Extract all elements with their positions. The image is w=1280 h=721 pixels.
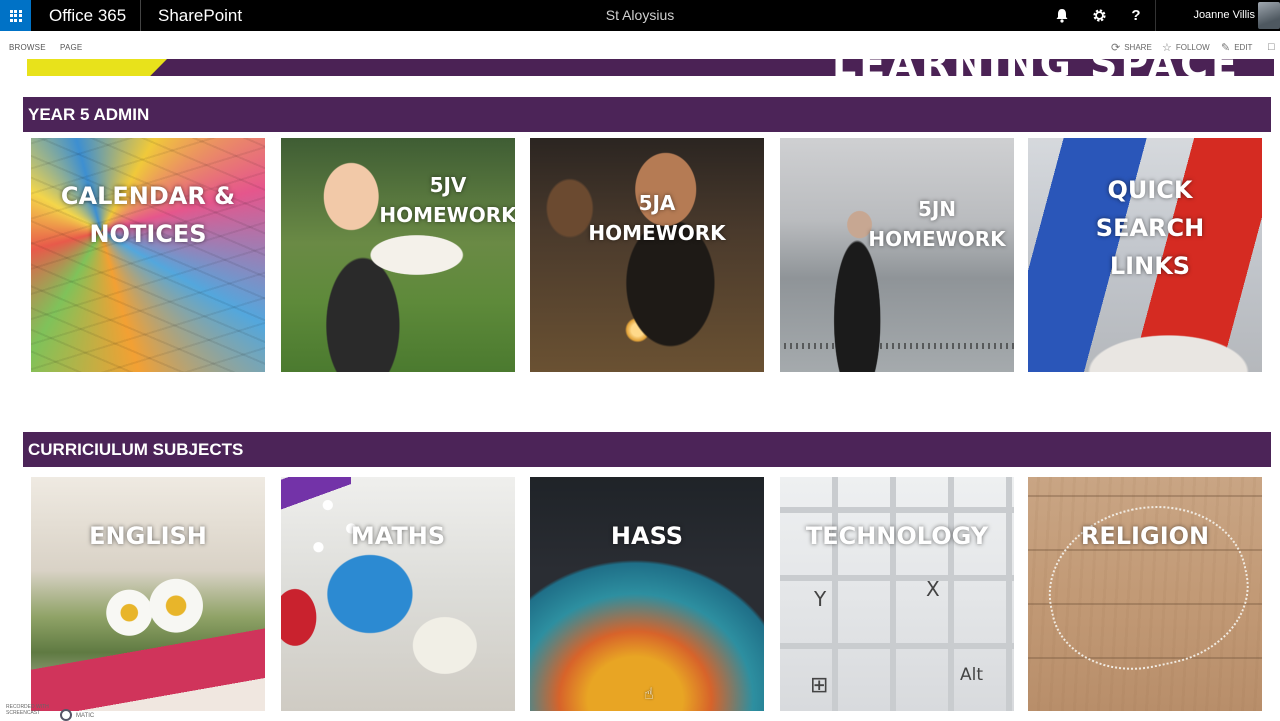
tile-quick-search-links[interactable]: QUICK SEARCH LINKS — [1028, 138, 1262, 372]
bell-icon[interactable] — [1044, 0, 1080, 31]
suite-bar-divider — [1155, 0, 1156, 31]
tile-label: TECHNOLOGY — [805, 522, 989, 550]
recorder-logo-icon — [60, 709, 72, 721]
banner-text: LEARNING SPACE — [832, 59, 1240, 76]
section-header-curriculum-subjects: CURRICIULUM SUBJECTS — [23, 432, 1271, 467]
tile-religion[interactable]: RELIGION — [1028, 477, 1262, 711]
edit-button[interactable]: ✎ EDIT — [1221, 41, 1252, 54]
avatar[interactable] — [1258, 2, 1280, 29]
office365-brand-link[interactable]: Office 365 — [49, 0, 126, 31]
keycap-y: Y — [814, 587, 827, 611]
page-banner: LEARNING SPACE — [27, 59, 1274, 76]
tile-5jn-homework[interactable]: 5JN HOMEWORK — [780, 138, 1014, 372]
star-icon: ☆ — [1162, 42, 1172, 54]
follow-button[interactable]: ☆ FOLLOW — [1162, 41, 1210, 54]
follow-label: FOLLOW — [1175, 43, 1210, 52]
tile-label: 5JN HOMEWORK — [868, 197, 1006, 251]
tile-calendar-notices[interactable]: CALENDAR & NOTICES — [31, 138, 265, 372]
sharepoint-brand-link[interactable]: SharePoint — [158, 0, 242, 31]
edit-label: EDIT — [1234, 43, 1253, 52]
user-name[interactable]: Joanne Villis — [1193, 0, 1255, 31]
watermark-line3: MATIC — [76, 713, 95, 719]
tile-label: MATHS — [350, 522, 446, 550]
banner-accent — [27, 59, 167, 76]
help-icon[interactable]: ? — [1118, 0, 1154, 31]
tile-label: RELIGION — [1080, 522, 1210, 550]
tile-label: CALENDAR & NOTICES — [60, 182, 236, 248]
share-icon: ⟳ — [1111, 42, 1121, 54]
windows-key-icon: ⊞ — [810, 673, 829, 698]
tab-page[interactable]: PAGE — [60, 43, 82, 52]
tile-label: QUICK SEARCH LINKS — [1095, 176, 1205, 280]
keycap-alt: Alt — [960, 665, 984, 685]
gear-icon[interactable] — [1081, 0, 1117, 31]
tile-label: 5JA HOMEWORK — [588, 191, 726, 245]
watermark-line2: SCREENCAST — [6, 710, 41, 716]
suite-bar: Office 365 SharePoint St Aloysius ? Joan… — [0, 0, 1280, 31]
hand-cursor-icon: ☝ — [644, 686, 654, 703]
share-label: SHARE — [1124, 43, 1152, 52]
tile-label: ENGLISH — [89, 522, 207, 550]
recorder-watermark: RECORDED WITH SCREENCAST — [6, 704, 49, 716]
tile-english[interactable]: ENGLISH — [31, 477, 265, 711]
app-launcher-waffle-icon[interactable] — [0, 0, 31, 31]
focus-icon: □ — [1268, 41, 1275, 53]
ribbon: BROWSE PAGE ⟳ SHARE ☆ FOLLOW ✎ EDIT □ — [0, 31, 1280, 61]
keycap-x: X — [926, 577, 940, 601]
focus-content-button[interactable]: □ — [1268, 41, 1275, 53]
section-header-year5-admin: YEAR 5 ADMIN — [23, 97, 1271, 132]
tile-maths[interactable]: MATHS — [281, 477, 515, 711]
pencil-icon: ✎ — [1221, 42, 1231, 54]
tile-hass[interactable]: HASS — [530, 477, 764, 711]
brand-divider — [140, 0, 141, 31]
tile-label: HASS — [610, 522, 684, 550]
tile-label: 5JV HOMEWORK — [379, 173, 515, 227]
share-button[interactable]: ⟳ SHARE — [1111, 41, 1152, 54]
tile-technology[interactable]: Y X Alt ⊞ TECHNOLOGY — [780, 477, 1014, 711]
tile-5ja-homework[interactable]: 5JA HOMEWORK — [530, 138, 764, 372]
tile-5jv-homework[interactable]: 5JV HOMEWORK — [281, 138, 515, 372]
tab-browse[interactable]: BROWSE — [9, 43, 46, 52]
